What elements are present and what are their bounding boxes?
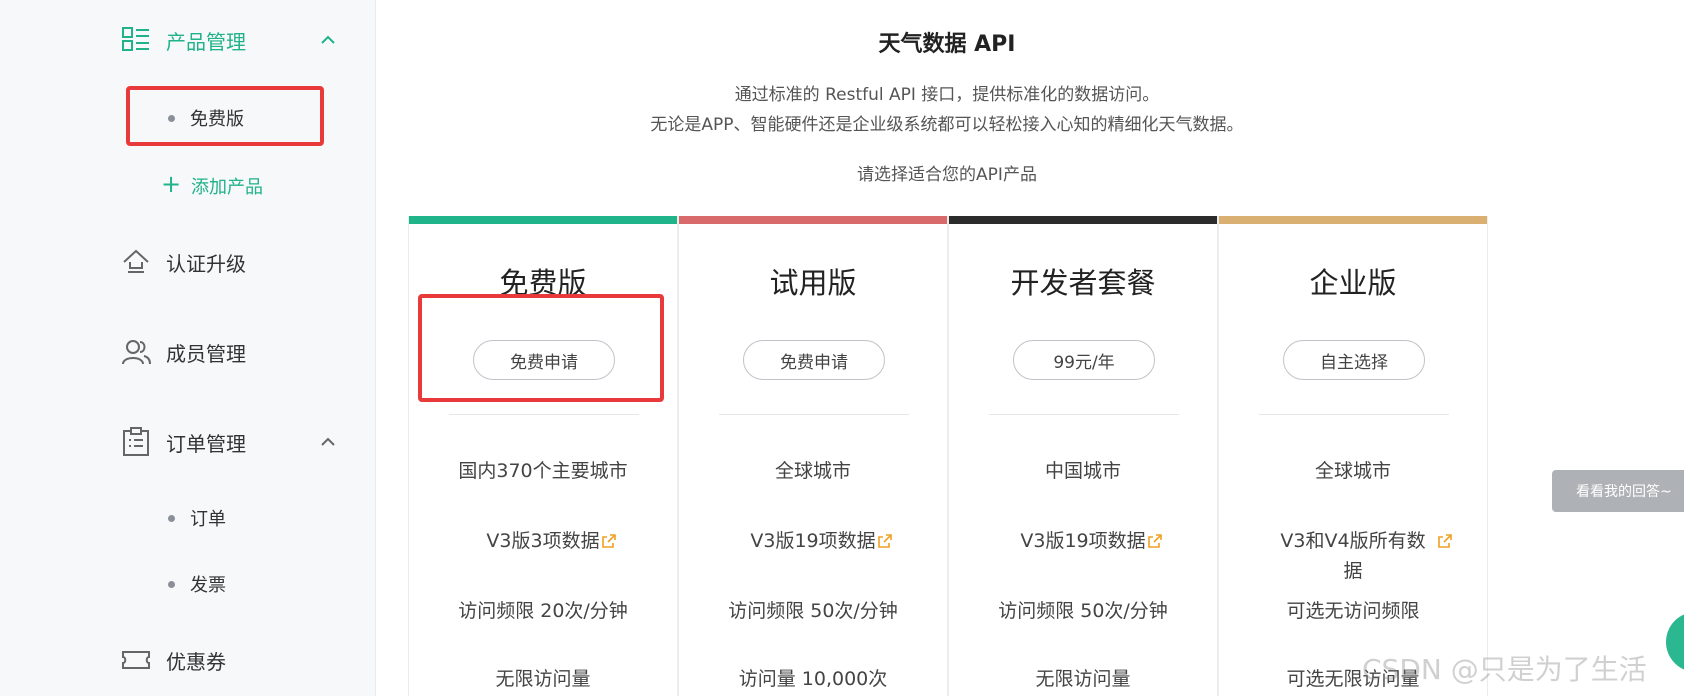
plan-feature-data-text: V3版3项数据 — [486, 530, 600, 552]
sidebar-item-label: 认证升级 — [166, 251, 246, 276]
divider — [989, 414, 1179, 415]
sidebar-item-label: 订单管理 — [166, 431, 246, 456]
plan-cards: 免费版 免费申请 国内370个主要城市 V3版3项数据 访问频限 20次/分钟 … — [408, 216, 1488, 696]
add-product-button[interactable]: + 添加产品 — [0, 164, 376, 204]
external-link-icon[interactable] — [1147, 533, 1163, 549]
plan-name: 试用版 — [769, 266, 857, 300]
sidebar-item-product[interactable]: 产品管理 — [0, 16, 376, 64]
sidebar-item-auth[interactable]: 认证升级 — [0, 238, 376, 286]
external-link-icon[interactable] — [877, 533, 893, 549]
grid-list-icon — [122, 27, 149, 51]
sidebar-item-label: 产品管理 — [166, 29, 246, 54]
external-link-icon[interactable] — [1437, 533, 1453, 549]
help-bubble[interactable] — [1666, 612, 1684, 672]
divider — [1259, 414, 1449, 415]
plus-icon: + — [161, 170, 182, 198]
plan-feature-rate: 访问频限 50次/分钟 — [728, 600, 898, 622]
divider — [449, 414, 639, 415]
plan-color-bar — [1219, 216, 1487, 224]
clipboard-icon — [123, 427, 149, 456]
plan-feature-rate: 可选无访问频限 — [1286, 600, 1420, 622]
plan-feature-data: V3版19项数据 — [679, 526, 947, 556]
chevron-up-icon[interactable] — [318, 432, 338, 452]
sidebar-subitem-order[interactable]: 订单 — [0, 498, 376, 538]
plan-feature-data-text: V3和V4版所有数据 — [1280, 530, 1426, 582]
sidebar-item-orders[interactable]: 订单管理 — [0, 418, 376, 466]
add-product-label: 添加产品 — [191, 177, 263, 198]
sidebar-subitem-free[interactable]: 免费版 — [0, 98, 376, 138]
select-prompt: 请选择适合您的API产品 — [857, 165, 1037, 185]
bullet-dot — [168, 514, 175, 522]
plan-name: 企业版 — [1309, 266, 1397, 300]
apply-button[interactable]: 免费申请 — [473, 340, 615, 380]
external-link-icon[interactable] — [601, 533, 617, 549]
sidebar-item-label: 成员管理 — [166, 341, 246, 366]
plan-feature-cities: 全球城市 — [774, 460, 851, 482]
main-content: 天气数据 API 通过标准的 Restful API 接口，提供标准化的数据访问… — [376, 0, 1518, 696]
plan-feature-data: V3版3项数据 — [409, 526, 677, 556]
plan-feature-volume: 访问量 10,000次 — [738, 668, 888, 690]
plan-feature-data-text: V3版19项数据 — [750, 530, 876, 552]
plan-name: 开发者套餐 — [1010, 266, 1156, 300]
choose-button[interactable]: 自主选择 — [1283, 340, 1425, 380]
sidebar-subitem-label: 订单 — [190, 509, 226, 530]
feedback-tab[interactable]: 看看我的回答~ — [1552, 470, 1684, 512]
plan-card-enterprise: 企业版 自主选择 全球城市 V3和V4版所有数据 可选无访问频限 可选无限访问量 — [1218, 216, 1488, 696]
description-line-2: 无论是APP、智能硬件还是企业级系统都可以轻松接入心知的精细化天气数据。 — [650, 115, 1244, 135]
watermark-text: CSDN @只是为了生活 — [1362, 653, 1647, 686]
page-title: 天气数据 API — [878, 32, 1016, 57]
ticket-icon — [122, 651, 150, 669]
sidebar: 产品管理 免费版 + 添加产品 认证升级 成员管理 订单管理 订单 发票 优惠券 — [0, 0, 376, 696]
plan-feature-volume: 无限访问量 — [495, 668, 591, 690]
plan-color-bar — [679, 216, 947, 224]
plan-feature-rate: 访问频限 50次/分钟 — [998, 600, 1168, 622]
plan-feature-rate: 访问频限 20次/分钟 — [458, 600, 628, 622]
plan-name: 免费版 — [499, 266, 587, 300]
plan-feature-cities: 全球城市 — [1314, 460, 1391, 482]
sidebar-subitem-label: 发票 — [190, 575, 226, 596]
plan-card-free: 免费版 免费申请 国内370个主要城市 V3版3项数据 访问频限 20次/分钟 … — [408, 216, 678, 696]
divider — [719, 414, 909, 415]
purchase-button[interactable]: 99元/年 — [1013, 340, 1155, 380]
apply-button[interactable]: 免费申请 — [743, 340, 885, 380]
users-icon — [122, 340, 151, 365]
plan-feature-cities: 国内370个主要城市 — [458, 460, 628, 482]
bullet-dot — [168, 580, 175, 588]
plan-color-bar — [409, 216, 677, 224]
sidebar-subitem-invoice[interactable]: 发票 — [0, 564, 376, 604]
plan-feature-volume: 无限访问量 — [1035, 668, 1131, 690]
description-line-1: 通过标准的 Restful API 接口，提供标准化的数据访问。 — [734, 85, 1160, 105]
sidebar-subitem-label: 免费版 — [190, 109, 244, 130]
chevron-up-icon[interactable] — [318, 30, 338, 50]
plan-feature-cities: 中国城市 — [1044, 460, 1121, 482]
sidebar-item-label: 优惠券 — [166, 649, 226, 674]
upgrade-icon — [123, 249, 149, 273]
plan-feature-data: V3版19项数据 — [949, 526, 1217, 556]
plan-color-bar — [949, 216, 1217, 224]
sidebar-item-members[interactable]: 成员管理 — [0, 328, 376, 376]
plan-card-trial: 试用版 免费申请 全球城市 V3版19项数据 访问频限 50次/分钟 访问量 1… — [678, 216, 948, 696]
plan-card-developer: 开发者套餐 99元/年 中国城市 V3版19项数据 访问频限 50次/分钟 无限… — [948, 216, 1218, 696]
app-root: 产品管理 免费版 + 添加产品 认证升级 成员管理 订单管理 订单 发票 优惠券… — [0, 0, 1684, 696]
sidebar-item-coupons[interactable]: 优惠券 — [0, 636, 376, 684]
bullet-dot — [168, 114, 175, 122]
plan-feature-data-text: V3版19项数据 — [1020, 530, 1146, 552]
